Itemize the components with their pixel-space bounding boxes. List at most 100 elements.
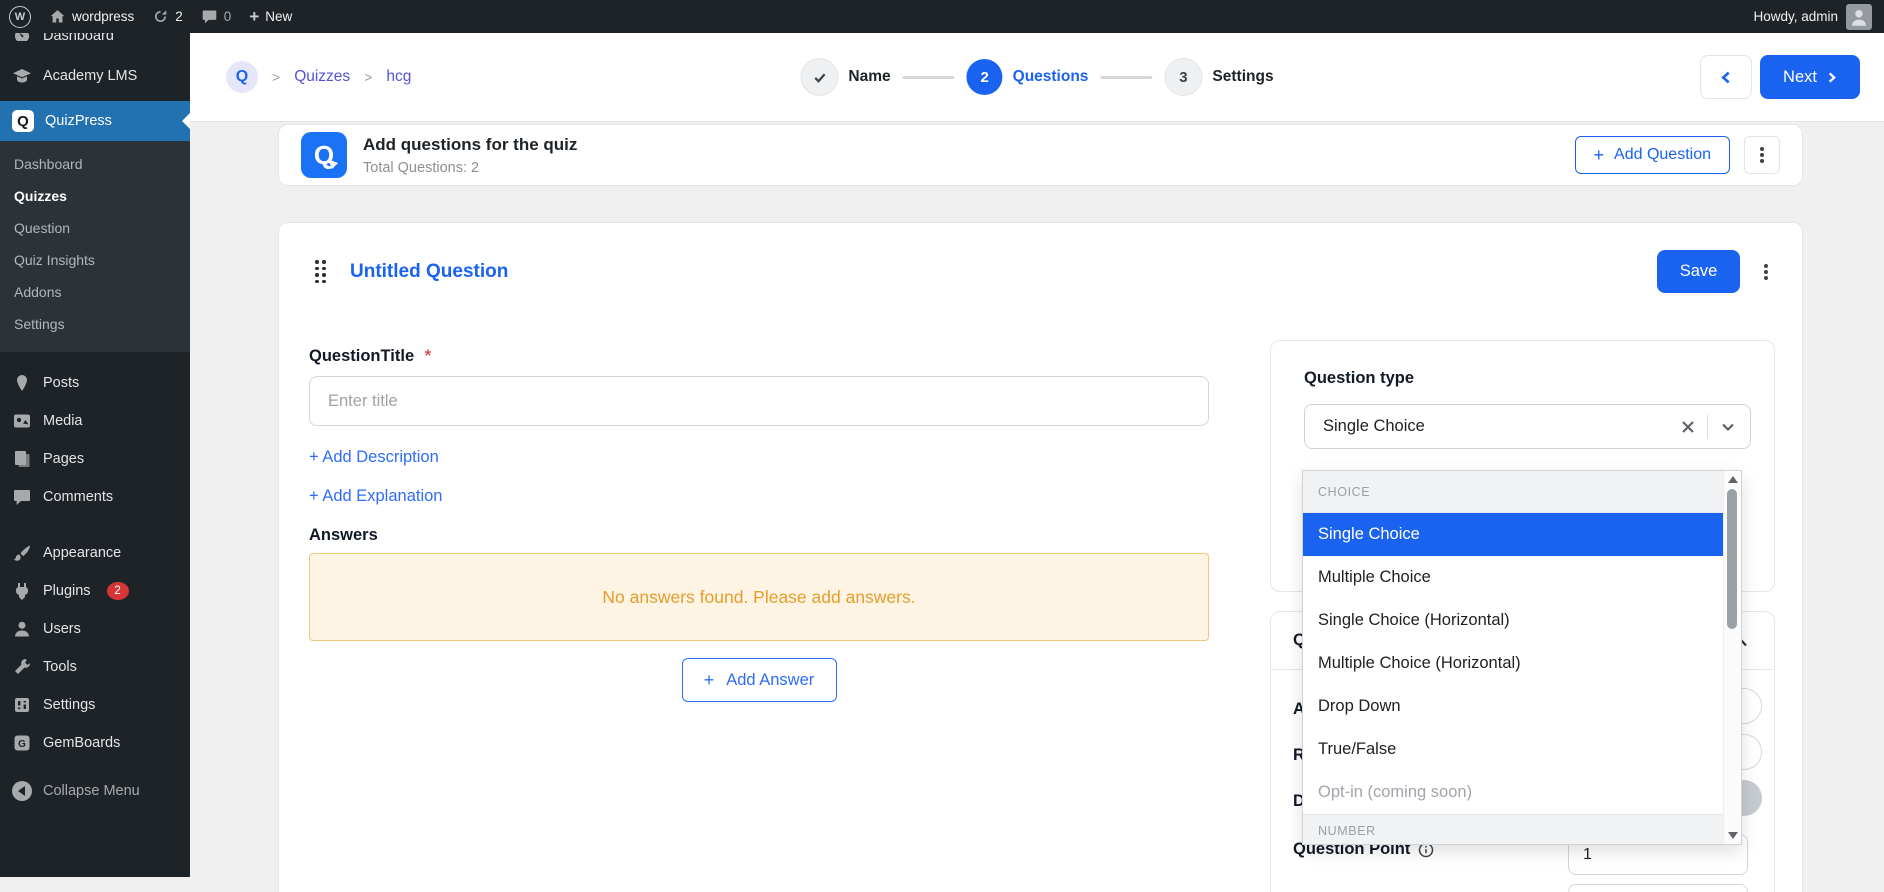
step-questions-circle[interactable]: 2 bbox=[966, 59, 1003, 95]
sidebar-item-label: Media bbox=[43, 413, 83, 429]
sidebar-item-label: Academy LMS bbox=[43, 68, 138, 84]
posts-icon bbox=[17, 375, 27, 391]
sidebar-item-academy-lms[interactable]: Academy LMS bbox=[0, 57, 190, 95]
question-type-label: Question type bbox=[1304, 369, 1415, 387]
add-explanation-link[interactable]: + Add Explanation bbox=[309, 487, 1209, 506]
dropdown-option-opt-in: Opt-in (coming soon) bbox=[1318, 783, 1473, 801]
submenu-item-question[interactable]: Question bbox=[0, 212, 190, 244]
comments-icon bbox=[14, 490, 30, 505]
sidebar-item-gemboards[interactable]: G GemBoards bbox=[0, 724, 190, 762]
dropdown-group-choice: CHOICE bbox=[1303, 471, 1724, 513]
new-content-menu[interactable]: + New bbox=[240, 0, 301, 33]
dropdown-scrollbar[interactable] bbox=[1723, 471, 1741, 844]
header-more-options-button[interactable] bbox=[1744, 136, 1780, 174]
quizpress-app-icon: Q bbox=[301, 132, 347, 178]
media-icon bbox=[14, 414, 30, 428]
sidebar-item-label: Tools bbox=[43, 659, 77, 675]
submenu-item-quizzes[interactable]: Quizzes bbox=[0, 180, 190, 212]
sidebar-item-label: Posts bbox=[43, 375, 80, 391]
chevron-down-icon[interactable] bbox=[1720, 419, 1736, 435]
dropdown-option-drop-down[interactable]: Drop Down bbox=[1303, 685, 1724, 728]
add-answer-button[interactable]: + Add Answer bbox=[681, 658, 837, 702]
step-name-circle[interactable] bbox=[800, 58, 839, 96]
sidebar-item-users[interactable]: Users bbox=[0, 610, 190, 648]
breadcrumb-quizzes-link[interactable]: Quizzes bbox=[294, 68, 350, 86]
sidebar-item-label: Pages bbox=[43, 451, 85, 467]
sidebar-item-label: QuizPress bbox=[45, 113, 112, 129]
plugins-icon bbox=[15, 583, 29, 600]
next-field-partial[interactable] bbox=[1568, 884, 1748, 892]
site-name-menu[interactable]: wordpress bbox=[40, 0, 143, 33]
dropdown-option-multiple-choice[interactable]: Multiple Choice bbox=[1303, 556, 1724, 599]
sidebar-item-settings[interactable]: Settings bbox=[0, 686, 190, 724]
howdy-text[interactable]: Howdy, admin bbox=[1753, 9, 1838, 24]
sidebar-item-label: Comments bbox=[43, 489, 114, 505]
sidebar-item-media[interactable]: Media bbox=[0, 402, 190, 440]
cursor-icon bbox=[328, 159, 338, 169]
sidebar-item-dashboard-clipped[interactable]: Dashboard bbox=[0, 33, 190, 49]
drag-handle-icon[interactable] bbox=[315, 260, 326, 283]
question-type-select[interactable]: Single Choice bbox=[1304, 404, 1751, 449]
sidebar-item-label: Settings bbox=[43, 697, 96, 713]
sidebar-item-tools[interactable]: Tools bbox=[0, 648, 190, 686]
sidebar-item-posts[interactable]: Posts bbox=[0, 364, 190, 402]
submenu-item-settings[interactable]: Settings bbox=[0, 308, 190, 340]
comment-count: 0 bbox=[223, 9, 232, 24]
sidebar-item-plugins[interactable]: Plugins 2 bbox=[0, 572, 190, 610]
academy-lms-icon bbox=[13, 69, 31, 83]
wizard-stepper: Name 2 Questions 3 Settings bbox=[800, 58, 1274, 96]
collapse-menu-label: Collapse Menu bbox=[43, 783, 140, 799]
collapse-menu-button[interactable]: Collapse Menu bbox=[0, 772, 190, 810]
scroll-down-arrow-icon[interactable] bbox=[1727, 832, 1738, 839]
question-title-input[interactable] bbox=[309, 376, 1209, 426]
quizpress-icon: Q bbox=[12, 110, 34, 132]
submenu-item-dashboard[interactable]: Dashboard bbox=[0, 148, 190, 180]
add-question-button[interactable]: + Add Question bbox=[1574, 136, 1730, 174]
add-answer-label: Add Answer bbox=[726, 670, 815, 689]
site-name: wordpress bbox=[72, 9, 135, 24]
collapse-arrow-icon bbox=[12, 781, 32, 801]
save-button[interactable]: Save bbox=[1657, 250, 1740, 293]
breadcrumb: Q > Quizzes > hcg bbox=[226, 33, 411, 121]
select-divider bbox=[1707, 414, 1708, 439]
pages-icon bbox=[15, 451, 30, 467]
appearance-icon bbox=[13, 545, 30, 561]
updates-menu[interactable]: 2 bbox=[143, 0, 192, 33]
sidebar-item-comments[interactable]: Comments bbox=[0, 478, 190, 516]
avatar[interactable] bbox=[1846, 3, 1872, 30]
dropdown-option-single-choice-horizontal[interactable]: Single Choice (Horizontal) bbox=[1303, 599, 1724, 642]
gemboards-icon: G bbox=[14, 735, 30, 751]
answers-label: Answers bbox=[309, 526, 378, 544]
scroll-up-arrow-icon[interactable] bbox=[1727, 476, 1738, 483]
comments-menu[interactable]: 0 bbox=[192, 0, 241, 33]
next-button[interactable]: Next bbox=[1760, 55, 1860, 99]
dropdown-option-multiple-choice-horizontal[interactable]: Multiple Choice (Horizontal) bbox=[1303, 642, 1724, 685]
step-name-label[interactable]: Name bbox=[848, 68, 890, 86]
submenu-item-quiz-insights[interactable]: Quiz Insights bbox=[0, 244, 190, 276]
step-settings-label[interactable]: Settings bbox=[1212, 68, 1273, 86]
submenu-item-addons[interactable]: Addons bbox=[0, 276, 190, 308]
step-questions-label[interactable]: Questions bbox=[1013, 68, 1089, 86]
quizpress-logo-icon[interactable]: Q bbox=[226, 61, 258, 93]
sidebar-item-label: Plugins bbox=[43, 583, 91, 599]
dropdown-option-true-false[interactable]: True/False bbox=[1303, 728, 1724, 771]
step-connector bbox=[1100, 75, 1153, 79]
no-answers-message: No answers found. Please add answers. bbox=[602, 586, 916, 607]
question-type-dropdown: CHOICE Single Choice Multiple Choice Sin… bbox=[1302, 470, 1742, 845]
scrollbar-thumb[interactable] bbox=[1727, 489, 1737, 629]
question-more-options-button[interactable] bbox=[1756, 253, 1776, 291]
sidebar-item-quizpress[interactable]: Q QuizPress bbox=[0, 101, 190, 141]
sidebar-item-appearance[interactable]: Appearance bbox=[0, 534, 190, 572]
back-button[interactable] bbox=[1700, 55, 1752, 99]
add-description-link[interactable]: + Add Description bbox=[309, 448, 1209, 467]
svg-text:G: G bbox=[18, 739, 26, 750]
step-settings-circle[interactable]: 3 bbox=[1164, 58, 1203, 96]
question-title-heading[interactable]: Untitled Question bbox=[350, 261, 508, 283]
required-asterisk: * bbox=[424, 347, 431, 365]
wp-logo-menu[interactable]: W bbox=[0, 0, 40, 33]
kebab-icon bbox=[1760, 153, 1764, 157]
clear-selection-icon[interactable] bbox=[1681, 420, 1695, 434]
dropdown-option-single-choice[interactable]: Single Choice bbox=[1303, 513, 1724, 556]
quizpress-submenu: Dashboard Quizzes Question Quiz Insights… bbox=[0, 141, 190, 352]
sidebar-item-pages[interactable]: Pages bbox=[0, 440, 190, 478]
